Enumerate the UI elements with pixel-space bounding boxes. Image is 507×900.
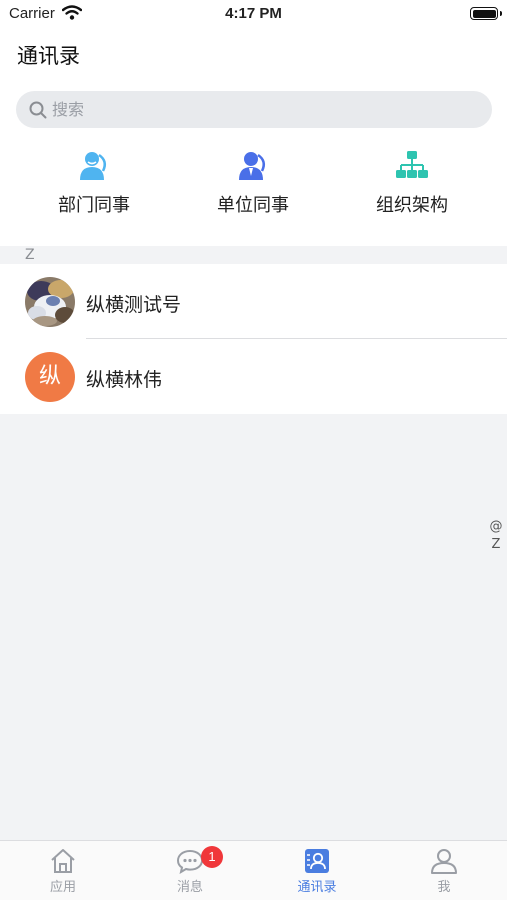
contact-row[interactable]: 纵 纵横林伟 (0, 339, 507, 414)
unread-badge: 1 (201, 846, 223, 868)
page-title: 通讯录 (17, 44, 80, 68)
tab-label: 消息 (176, 880, 203, 895)
contact-list: 纵横测试号 纵 纵横林伟 (0, 264, 507, 414)
section-letter: Z (25, 247, 35, 263)
tab-label: 通讯录 (297, 880, 337, 895)
index-letter-z[interactable]: Z (489, 536, 503, 554)
index-letter-at[interactable]: @ (489, 518, 503, 536)
status-bar: Carrier 4:17 PM (0, 0, 507, 28)
org-chart-icon (396, 151, 428, 178)
tab-label: 我 (437, 880, 451, 895)
chat-icon (176, 849, 204, 874)
department-colleagues-icon (80, 152, 107, 180)
tab-me[interactable]: 我 (381, 841, 507, 900)
contacts-icon (305, 849, 329, 873)
person-icon (431, 849, 457, 874)
battery-icon (470, 7, 502, 20)
tab-bar: 应用 1 消息 通讯录 我 (0, 840, 507, 900)
tab-apps[interactable]: 应用 (0, 841, 126, 900)
alphabet-index[interactable]: @ Z (489, 518, 503, 554)
clock: 4:17 PM (225, 5, 282, 22)
quick-link-label: 单位同事 (217, 195, 289, 216)
contact-name: 纵横林伟 (86, 369, 163, 391)
search-icon (29, 101, 47, 119)
quick-link-label: 组织架构 (376, 195, 448, 216)
unit-colleagues-button[interactable]: 单位同事 (173, 149, 333, 219)
home-icon (51, 849, 75, 873)
contact-row[interactable]: 纵横测试号 (0, 264, 507, 339)
quick-link-label: 部门同事 (58, 195, 130, 216)
contact-name: 纵横测试号 (86, 294, 182, 316)
avatar (25, 277, 75, 327)
org-chart-button[interactable]: 组织架构 (332, 149, 492, 219)
search-input[interactable] (52, 91, 472, 128)
tab-contacts[interactable]: 通讯录 (254, 841, 380, 900)
avatar: 纵 (25, 352, 75, 402)
section-header: Z (0, 246, 507, 264)
search-bar[interactable] (16, 91, 492, 128)
contacts-header: 通讯录 部门同事 单位同事 (0, 28, 507, 246)
avatar-photo (25, 277, 75, 327)
tab-messages[interactable]: 1 消息 (127, 841, 253, 900)
unit-colleagues-icon (239, 152, 266, 180)
department-colleagues-button[interactable]: 部门同事 (14, 149, 174, 219)
tab-label: 应用 (49, 880, 76, 895)
